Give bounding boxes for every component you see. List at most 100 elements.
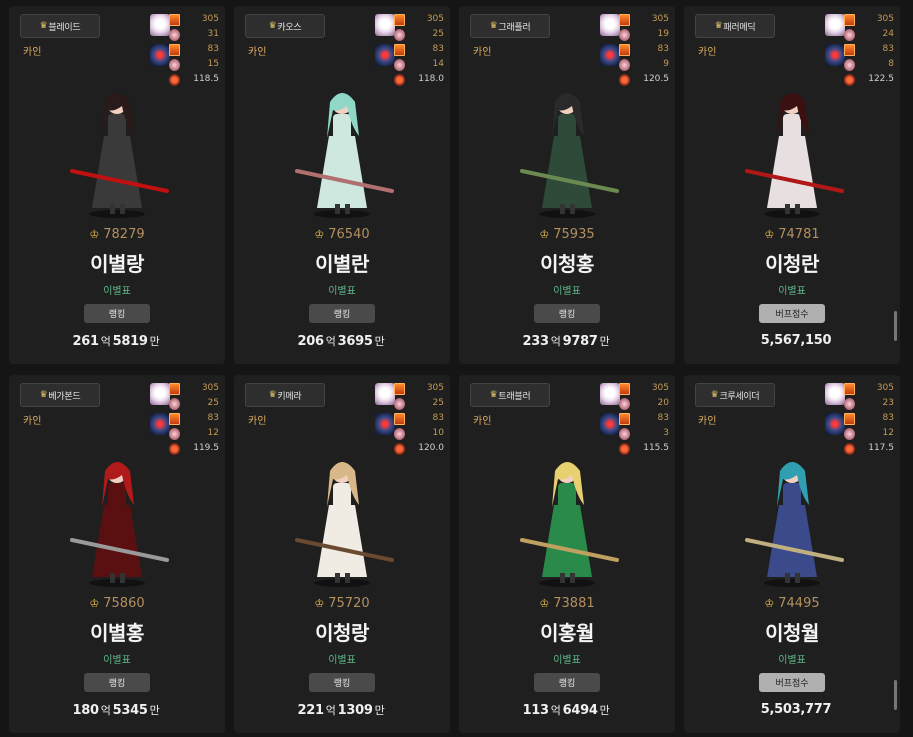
aura-icon	[394, 29, 405, 41]
character-name[interactable]: 이청홍	[459, 248, 675, 277]
character-name[interactable]: 이청랑	[234, 617, 450, 646]
stat-value: 120.0	[418, 443, 444, 453]
stat-value: 83	[657, 44, 669, 54]
guild-name[interactable]: 이별표	[234, 651, 450, 666]
job-tag[interactable]: ♛ 크루세이더	[695, 383, 775, 407]
character-grid: ♛ 블레이드 카인 305 31 83 15 118.5 ♔ 78279 이별랑 …	[0, 0, 913, 737]
aura-icon	[169, 59, 180, 71]
character-name[interactable]: 이별홍	[9, 617, 225, 646]
ranking-button[interactable]: 랭킹	[84, 673, 150, 692]
job-tag[interactable]: ♛ 트래블러	[470, 383, 550, 407]
score-value: 74781	[778, 227, 820, 242]
ranking-button[interactable]: 랭킹	[534, 673, 600, 692]
damage-value: 5,567,150	[684, 333, 900, 348]
stat-value: 25	[207, 398, 219, 408]
combat-score: ♔ 75935	[459, 227, 675, 242]
stat-value: 305	[426, 383, 444, 393]
character-card[interactable]: ♛ 그래플러 카인 305 19 83 9 120.5 ♔ 75935 이청홍 이…	[459, 6, 675, 364]
damage-value: 221 억 1309 만	[234, 702, 450, 718]
star-icon: ♛	[489, 21, 498, 31]
aura-icon	[169, 428, 180, 440]
unit-a: 억	[100, 704, 111, 717]
value-a: 233	[522, 334, 550, 349]
aura-icon	[619, 428, 630, 440]
stat-value: 20	[657, 398, 669, 408]
guild-name[interactable]: 이별표	[459, 282, 675, 297]
guild-name[interactable]: 이별표	[684, 282, 900, 297]
guild-name[interactable]: 이별표	[9, 651, 225, 666]
ranking-button[interactable]: 랭킹	[309, 673, 375, 692]
damage-value: 113 억 6494 만	[459, 702, 675, 718]
star-icon: ♛	[710, 390, 719, 400]
aura-icon	[844, 428, 855, 440]
scrollbar[interactable]	[894, 680, 897, 710]
aura-icon	[169, 29, 180, 41]
character-name[interactable]: 이별란	[234, 248, 450, 277]
character-name[interactable]: 이청월	[684, 617, 900, 646]
stat-value: 83	[882, 413, 894, 423]
server-label: 카인	[698, 416, 717, 427]
job-label: 그래플러	[498, 22, 531, 33]
unit-b: 만	[599, 335, 610, 348]
server-label: 카인	[698, 47, 717, 58]
stat-value: 118.0	[418, 74, 444, 84]
character-sprite	[520, 93, 619, 218]
character-name[interactable]: 이청란	[684, 248, 900, 277]
aura-icon	[394, 428, 405, 440]
character-card[interactable]: ♛ 베가본드 카인 305 25 83 12 119.5 ♔ 75860 이별홍 …	[9, 375, 225, 733]
character-card[interactable]: ♛ 패러메딕 카인 305 24 83 8 122.5 ♔ 74781 이청란 이…	[684, 6, 900, 364]
unit-a: 억	[550, 704, 561, 717]
stat-value: 25	[432, 398, 444, 408]
job-tag[interactable]: ♛ 블레이드	[20, 14, 100, 38]
character-sprite	[70, 462, 169, 587]
value-a: 206	[297, 334, 325, 349]
server-label: 카인	[248, 416, 267, 427]
star-icon: ♛	[489, 390, 498, 400]
character-sprite	[295, 462, 394, 587]
ranking-button[interactable]: 랭킹	[534, 304, 600, 323]
value-b: 5345	[112, 703, 148, 718]
combat-score: ♔ 78279	[9, 227, 225, 242]
ranking-button[interactable]: 버프점수	[759, 673, 825, 692]
star-icon: ♛	[268, 390, 277, 400]
value-a: 113	[522, 703, 550, 718]
scrollbar[interactable]	[894, 311, 897, 341]
fame-icon	[394, 413, 405, 425]
stat-value: 118.5	[193, 74, 219, 84]
character-card[interactable]: ♛ 키메라 카인 305 25 83 10 120.0 ♔ 75720 이청랑 이…	[234, 375, 450, 733]
aura-icon	[844, 398, 855, 410]
character-name[interactable]: 이별랑	[9, 248, 225, 277]
job-label: 트래블러	[498, 391, 531, 402]
guild-name[interactable]: 이별표	[684, 651, 900, 666]
job-tag[interactable]: ♛ 패러메딕	[695, 14, 775, 38]
character-card[interactable]: ♛ 블레이드 카인 305 31 83 15 118.5 ♔ 78279 이별랑 …	[9, 6, 225, 364]
stat-value: 83	[657, 413, 669, 423]
ranking-button[interactable]: 랭킹	[309, 304, 375, 323]
medal-icon: ♔	[314, 597, 325, 610]
fame-icon	[619, 14, 630, 26]
character-card[interactable]: ♛ 트래블러 카인 305 20 83 3 115.5 ♔ 73881 이홍월 이…	[459, 375, 675, 733]
job-tag[interactable]: ♛ 카오스	[245, 14, 325, 38]
job-tag[interactable]: ♛ 그래플러	[470, 14, 550, 38]
star-icon: ♛	[714, 21, 723, 31]
stat-value: 8	[888, 59, 894, 69]
stat-value: 117.5	[868, 443, 894, 453]
character-sprite	[745, 93, 844, 218]
job-tag[interactable]: ♛ 키메라	[245, 383, 325, 407]
server-label: 카인	[248, 47, 267, 58]
medal-icon: ♔	[539, 597, 550, 610]
ranking-button[interactable]: 랭킹	[84, 304, 150, 323]
stat-value: 122.5	[868, 74, 894, 84]
guild-name[interactable]: 이별표	[9, 282, 225, 297]
fame-icon	[619, 383, 630, 395]
character-card[interactable]: ♛ 카오스 카인 305 25 83 14 118.0 ♔ 76540 이별란 이…	[234, 6, 450, 364]
job-tag[interactable]: ♛ 베가본드	[20, 383, 100, 407]
character-name[interactable]: 이홍월	[459, 617, 675, 646]
guild-name[interactable]: 이별표	[234, 282, 450, 297]
character-card[interactable]: ♛ 크루세이더 카인 305 23 83 12 117.5 ♔ 74495 이청월	[684, 375, 900, 733]
fame-icon	[394, 44, 405, 56]
damage-value: 180 억 5345 만	[9, 702, 225, 718]
guild-name[interactable]: 이별표	[459, 651, 675, 666]
server-label: 카인	[473, 416, 492, 427]
ranking-button[interactable]: 버프점수	[759, 304, 825, 323]
